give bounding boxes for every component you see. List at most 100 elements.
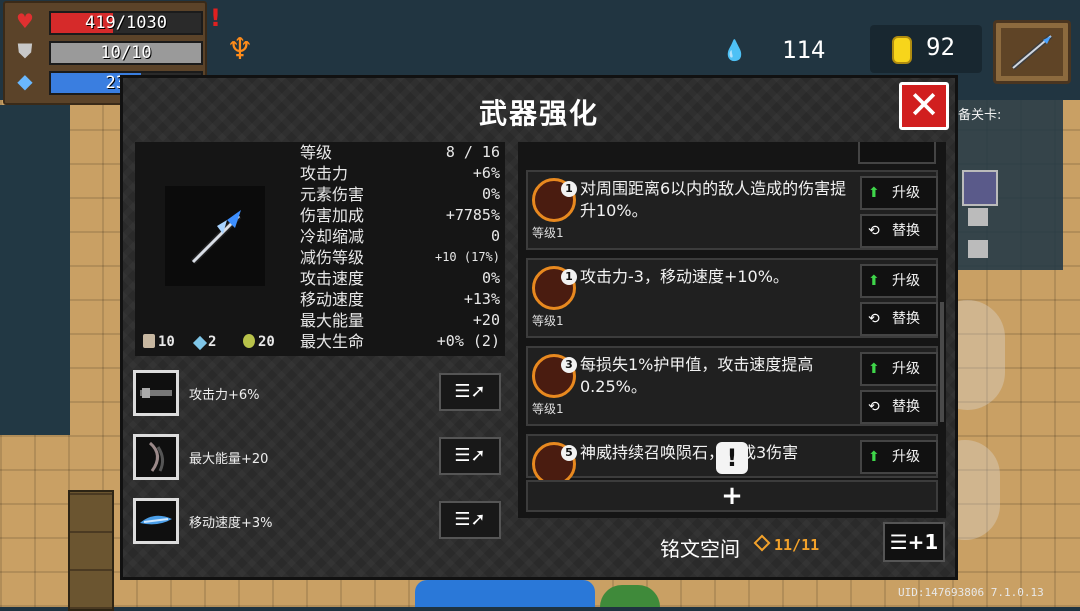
coin-icon — [892, 36, 912, 64]
upgrade-label: 最大能量+20 — [189, 452, 269, 467]
stat-value: +20 — [472, 311, 500, 329]
minimap-room — [968, 208, 988, 226]
inscription-rank: 1 — [561, 269, 577, 285]
inscription-badge-icon: 3 — [532, 354, 577, 398]
portal-sprite — [415, 580, 595, 607]
inscription-replace-button[interactable]: ⟲ 替换 — [860, 214, 938, 248]
material-count: 10 — [158, 334, 175, 350]
dialog-title: 武器强化 — [478, 97, 599, 130]
arrow-up-icon: ⬆ — [868, 449, 880, 465]
inscription-card: 3 每损失1%护甲值，攻击速度提高0.25%。 等级1 ⬆ 升级 ⟲ 替换 — [526, 346, 938, 426]
shield-icon: ⛊ — [17, 39, 33, 63]
spear-icon — [1011, 34, 1053, 70]
inscription-rank: 5 — [561, 445, 577, 461]
wing-part-icon — [133, 498, 179, 544]
inscription-slots-count: 11/11 — [774, 536, 820, 554]
material-count: 2 — [208, 334, 217, 350]
gem-icon: 💧 — [722, 38, 747, 62]
material-item: 2 — [192, 332, 217, 352]
inscription-upgrade-button[interactable]: ⬆ 升级 — [860, 440, 938, 474]
stat-value: +13% — [463, 290, 500, 308]
energy-crystal-icon: ◆ — [17, 69, 33, 93]
upgrade-row-speed: 移动速度+3% ☰➚ — [133, 498, 503, 550]
upgrade-attack-button[interactable]: ☰➚ — [439, 373, 501, 411]
inscription-replace-button[interactable]: ⟲ 替换 — [860, 302, 938, 336]
inscription-upgrade-button[interactable]: ⬆ 升级 — [860, 176, 938, 210]
expand-slots-button[interactable]: ☰+1 — [883, 522, 945, 562]
staff-part-icon — [133, 434, 179, 480]
stat-name: 最大能量 — [300, 311, 365, 330]
sword-part-graphic — [140, 388, 172, 398]
material-list: 10 2 20 — [143, 332, 293, 352]
armor-text: 10/10 — [100, 43, 152, 63]
button-label: 替换 — [892, 399, 920, 415]
coin-counter: 92 — [870, 25, 982, 73]
inscription-level: 等级1 — [532, 314, 564, 328]
spark-material-icon — [243, 334, 255, 348]
stat-value: 8 / 16 — [445, 143, 500, 161]
weapon-slot-button[interactable] — [993, 20, 1071, 84]
inscription-rank: 3 — [561, 357, 577, 373]
stat-name: 元素伤害 — [300, 185, 365, 204]
upgrade-speed-button[interactable]: ☰➚ — [439, 501, 501, 539]
stat-value: +6% — [472, 164, 500, 182]
inscription-card: 1 攻击力-3，移动速度+10%。 等级1 ⬆ 升级 ⟲ 替换 — [526, 258, 938, 338]
button-label: 替换 — [892, 223, 920, 239]
inscription-description: 攻击力-3，移动速度+10%。 — [580, 267, 789, 286]
upgrade-energy-button[interactable]: ☰➚ — [439, 437, 501, 475]
bone-material-icon — [143, 334, 155, 348]
arrow-up-icon: ⬆ — [868, 361, 880, 377]
stat-value: +0% (2) — [436, 332, 500, 350]
stat-values: 8 / 16 +6% 0% +7785% 0 +10 (17%) 0% +13%… — [405, 142, 500, 352]
button-label: 替换 — [892, 311, 920, 327]
stat-value: 0% — [481, 269, 500, 287]
weapon-preview — [165, 186, 265, 286]
spear-icon — [190, 210, 242, 265]
weapon-stats-panel: 等级 攻击力 元素伤害 伤害加成 冷却缩减 减伤等级 攻击速度 移动速度 最大能… — [135, 142, 505, 356]
gem-count: 114 — [782, 36, 826, 64]
stat-name: 减伤等级 — [300, 248, 365, 267]
inscription-level: 等级1 — [532, 402, 564, 416]
staff-part-graphic — [148, 441, 165, 472]
arrow-up-icon: ⬆ — [868, 273, 880, 289]
stat-value: 0% — [481, 185, 500, 203]
upgrade-row-attack: 攻击力+6% ☰➚ — [133, 370, 503, 422]
inscription-upgrade-button[interactable]: ⬆ 升级 — [860, 352, 938, 386]
alert-icon: ! — [210, 4, 221, 32]
weapon-slot-inner — [1001, 28, 1063, 76]
button-label: 升级 — [892, 449, 920, 465]
upgrade-label: 攻击力+6% — [189, 388, 260, 403]
swap-icon: ⟲ — [868, 399, 880, 415]
dungeon-wall — [0, 105, 70, 435]
armor-row: ⛊ 10/10 — [13, 39, 203, 65]
stat-names: 等级 攻击力 元素伤害 伤害加成 冷却缩减 减伤等级 攻击速度 移动速度 最大能… — [300, 142, 364, 352]
inscription-upgrade-button[interactable]: ⬆ 升级 — [860, 264, 938, 298]
add-inscription-button[interactable]: + — [526, 480, 938, 512]
diamond-icon — [753, 534, 771, 552]
button-label: 升级 — [892, 273, 920, 289]
crystal-material-icon — [192, 335, 208, 351]
stat-name: 攻击力 — [300, 164, 349, 183]
partial-replace-button[interactable] — [858, 142, 936, 164]
inscription-description: 每损失1%护甲值，攻击速度提高0.25%。 — [580, 355, 814, 396]
inscription-list[interactable]: 1 对周围距离6以内的敌人造成的伤害提升10%。 等级1 ⬆ 升级 ⟲ 替换 1 攻… — [518, 142, 946, 518]
swap-icon: ⟲ — [868, 223, 880, 239]
swap-icon: ⟲ — [868, 311, 880, 327]
coin-count: 92 — [926, 33, 955, 61]
stat-name: 移动速度 — [300, 290, 365, 309]
hp-row: ♥ 419/1030 — [13, 9, 203, 35]
inscription-description: 对周围距离6以内的敌人造成的伤害提升10%。 — [580, 179, 847, 220]
arrow-up-icon: ⬆ — [868, 185, 880, 201]
weapon-upgrade-dialog: 武器强化 ✕ 等级 攻击力 元素伤害 伤害加成 冷却缩减 减伤等级 攻击速度 移… — [120, 75, 958, 580]
upgrade-label: 移动速度+3% — [189, 516, 273, 531]
inscription-scrollbar[interactable] — [940, 302, 944, 422]
trident-buff-icon[interactable]: ♆ — [222, 30, 258, 70]
upgrade-row-energy: 最大能量+20 ☰➚ — [133, 434, 503, 486]
plant-sprite — [600, 585, 660, 607]
inscription-level: 等级1 — [532, 226, 564, 240]
hp-bar: 419/1030 — [49, 11, 203, 35]
stat-value: +10 (17%) — [434, 250, 500, 264]
close-button[interactable]: ✕ — [899, 82, 949, 130]
inscription-replace-button[interactable]: ⟲ 替换 — [860, 390, 938, 424]
minimap-room — [968, 240, 988, 258]
